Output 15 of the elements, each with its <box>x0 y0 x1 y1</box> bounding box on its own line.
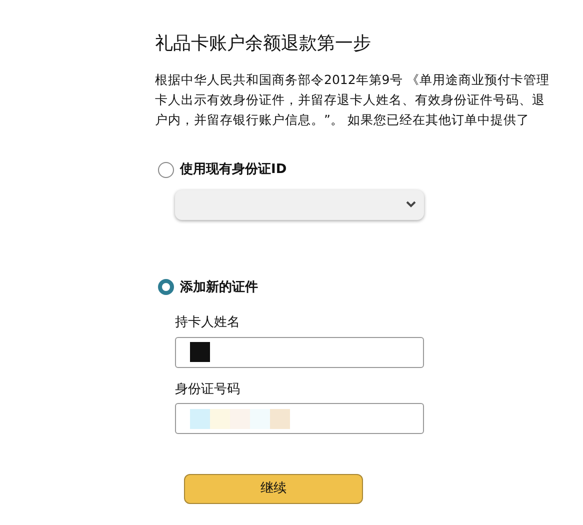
radio-button[interactable] <box>158 279 174 296</box>
field-label: 持卡人姓名 <box>175 314 241 332</box>
continue-button[interactable]: 继续 <box>184 474 363 504</box>
intro-text-line: 卡人出示有效身份证件，并留存退卡人姓名、有效身份证件号码、退 <box>155 91 545 108</box>
intro-text-line: 根据中华人民共和国商务部令2012年第9号 《单用途商业预付卡管理 <box>155 71 550 88</box>
intro-text-line: 户内，并留存银行账户信息。”。 如果您已经在其他订单中提供了 <box>155 111 530 128</box>
radio-label: 添加新的证件 <box>180 278 258 296</box>
field-label: 身份证号码 <box>175 380 241 398</box>
input-field[interactable] <box>175 403 424 434</box>
radio-label: 使用现有身份证ID <box>180 161 287 179</box>
chevron-down-icon <box>406 201 416 208</box>
input-field[interactable] <box>175 336 424 368</box>
radio-button[interactable] <box>158 162 174 178</box>
page-title: 礼品卡账户余额退款第一步 <box>155 32 372 56</box>
redaction-block <box>190 342 210 362</box>
